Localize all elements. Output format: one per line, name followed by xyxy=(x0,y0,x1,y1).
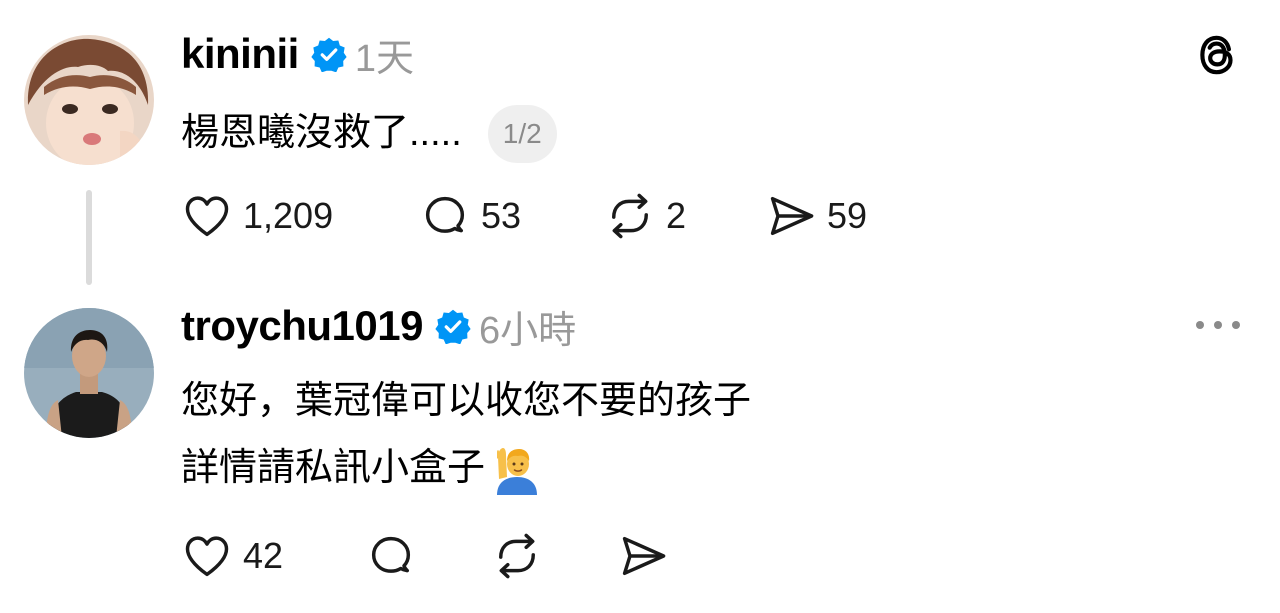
post-text-line: 詳情請私訊小盒子 xyxy=(181,435,751,502)
post-time: 6小時 xyxy=(478,309,577,352)
avatar-kininii[interactable] xyxy=(24,35,154,165)
post-header: troychu1019 6小時 xyxy=(181,301,577,352)
repost-button[interactable] xyxy=(491,528,543,584)
send-icon xyxy=(617,530,669,582)
comment-icon xyxy=(419,190,471,242)
like-button[interactable]: 42 xyxy=(181,528,283,584)
comment-icon xyxy=(365,530,417,582)
more-options-icon[interactable] xyxy=(1192,310,1244,340)
thread-connector-line xyxy=(86,190,92,285)
action-bar: 1,209 53 2 59 xyxy=(181,188,941,244)
reply-count: 53 xyxy=(481,195,522,236)
post-header: kininii 1天 xyxy=(181,29,414,80)
reply-button[interactable] xyxy=(365,528,417,584)
person-raising-hand-emoji xyxy=(491,443,543,495)
repost-button[interactable]: 2 xyxy=(604,188,686,244)
repost-icon xyxy=(604,190,656,242)
pagination-badge[interactable]: 1/2 xyxy=(487,104,557,163)
like-count: 42 xyxy=(243,535,284,576)
share-button[interactable]: 59 xyxy=(765,188,867,244)
avatar-troychu1019[interactable] xyxy=(24,308,154,438)
username[interactable]: troychu1019 xyxy=(181,302,423,350)
share-count: 59 xyxy=(827,195,868,236)
threads-logo-icon[interactable] xyxy=(1193,30,1243,80)
post-text-content: 楊恩曦沒救了..... xyxy=(181,112,462,154)
post-text-line: 您好，葉冠偉可以收您不要的孩子 xyxy=(181,368,751,435)
heart-icon xyxy=(181,190,233,242)
like-count: 1,209 xyxy=(243,195,334,236)
send-icon xyxy=(765,190,817,242)
share-button[interactable] xyxy=(617,528,669,584)
repost-count: 2 xyxy=(666,195,687,236)
reply-button[interactable]: 53 xyxy=(419,188,521,244)
post-text: 楊恩曦沒救了..... 1/2 xyxy=(181,100,557,167)
post-text-line-1: 您好，葉冠偉可以收您不要的孩子 xyxy=(181,380,752,422)
verified-badge-icon xyxy=(311,36,347,72)
post-time: 1天 xyxy=(354,37,414,80)
verified-badge-icon xyxy=(435,308,471,344)
repost-icon xyxy=(491,530,543,582)
heart-icon xyxy=(181,530,233,582)
username[interactable]: kininii xyxy=(181,30,299,78)
action-bar: 42 xyxy=(181,528,941,584)
like-button[interactable]: 1,209 xyxy=(181,188,333,244)
post-text-line-2: 詳情請私訊小盒子 xyxy=(181,447,486,489)
post-text: 您好，葉冠偉可以收您不要的孩子 詳情請私訊小盒子 xyxy=(181,368,751,502)
